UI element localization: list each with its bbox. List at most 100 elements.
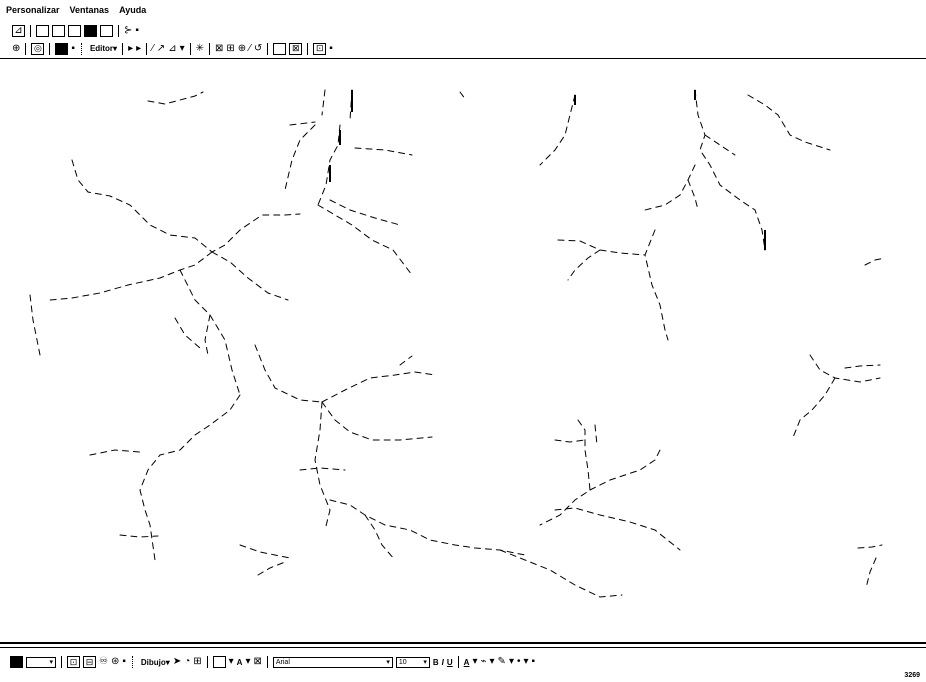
river-line xyxy=(644,164,696,211)
toolbar-separator xyxy=(122,42,124,55)
river-line xyxy=(317,204,413,276)
toolbar-divider xyxy=(0,58,926,59)
fill-color-icon[interactable]: ⌁ xyxy=(480,657,486,667)
menu-item-ayuda[interactable]: Ayuda xyxy=(119,5,146,15)
toolbar-separator xyxy=(61,656,62,668)
river-line xyxy=(844,364,881,369)
river-line xyxy=(329,499,526,556)
straight-segment-icon[interactable]: ⁄ xyxy=(152,43,154,54)
font-color-button[interactable]: A xyxy=(464,658,470,667)
font-name-select[interactable]: Arial ▾ xyxy=(272,656,393,668)
menu-bar: Personalizar Ventanas Ayuda xyxy=(0,0,926,20)
xy-icon[interactable]: ⊕ xyxy=(12,43,20,54)
toolbar-separator xyxy=(209,42,210,55)
river-line xyxy=(399,355,413,366)
monitor-icon[interactable] xyxy=(84,24,97,37)
identify-icon[interactable]: ◎ xyxy=(31,42,45,55)
sketch-tool-icon[interactable]: ⊿ xyxy=(168,43,176,54)
toolbar-separator xyxy=(30,24,31,37)
river-line xyxy=(89,449,141,456)
river-line xyxy=(321,89,326,116)
river-line xyxy=(687,179,699,211)
topology-icon[interactable]: ⊠ xyxy=(289,42,303,55)
chevron-down-icon[interactable]: ▾ xyxy=(229,657,234,667)
page-icon[interactable]: ⊟ xyxy=(83,656,96,668)
chevron-down-icon[interactable]: ▾ xyxy=(509,657,514,667)
square-icon[interactable] xyxy=(273,42,287,55)
river-line xyxy=(119,534,159,538)
bold-button[interactable]: B xyxy=(433,658,439,667)
map-view[interactable] xyxy=(0,60,926,640)
toolbar-options-icon[interactable]: ▪ xyxy=(122,657,126,667)
toolbar-grip xyxy=(80,42,84,55)
toolbar-options-icon[interactable]: ▪ xyxy=(135,25,139,36)
text-tool-button[interactable]: A xyxy=(237,658,243,667)
chart-icon[interactable]: ⊿ xyxy=(12,24,25,37)
edit-tool-icon[interactable]: ▸ xyxy=(128,43,133,54)
rotate-icon[interactable]: ◔ xyxy=(184,657,190,667)
divider xyxy=(0,642,926,644)
toolbar-grip xyxy=(131,656,135,668)
river-line xyxy=(865,557,877,589)
rectangle-icon[interactable] xyxy=(212,656,226,668)
toolbar-options-icon[interactable]: ▪ xyxy=(532,657,536,667)
window-icon[interactable] xyxy=(100,24,113,37)
river-line xyxy=(857,544,883,549)
toolbar-separator xyxy=(267,42,269,55)
report-icon[interactable] xyxy=(68,24,81,37)
binoculars-icon[interactable]: ♾ xyxy=(99,657,108,667)
rotate-tool-icon[interactable]: ⊠ xyxy=(215,43,223,54)
river-line xyxy=(557,239,646,256)
river-line xyxy=(147,91,204,105)
river-line xyxy=(354,147,413,156)
split-tool-icon[interactable]: ✳ xyxy=(196,43,204,54)
menu-item-personalizar[interactable]: Personalizar xyxy=(6,5,60,15)
river-line xyxy=(539,419,591,526)
tool-icon[interactable]: ⊱ xyxy=(124,25,132,36)
river-line xyxy=(499,549,623,598)
annotation-edit-icon[interactable]: ▸ xyxy=(136,43,141,54)
toolbar-options-icon[interactable]: ▪ xyxy=(329,43,333,54)
editor-menu[interactable]: Editor▾ xyxy=(90,44,117,53)
layout-icon[interactable] xyxy=(52,24,65,37)
underline-button[interactable]: U xyxy=(447,658,453,667)
editor-toolbar: ⊕ ◎ ▪ Editor▾ ▸ ▸ ⁄ ↗ ⊿ ▾ ✳ ⊠ ⊞ ⊕ ⁄ ↺ ⊠ … xyxy=(0,40,926,57)
table-icon[interactable] xyxy=(36,24,49,37)
marker-color-icon[interactable]: • xyxy=(517,657,521,667)
river-line xyxy=(554,439,586,443)
river-line xyxy=(747,94,831,151)
callout-icon[interactable]: ⊠ xyxy=(253,657,261,667)
layout-view-icon[interactable]: ⊡ xyxy=(67,656,80,668)
font-name-value: Arial xyxy=(275,658,290,666)
chevron-down-icon[interactable]: ▾ xyxy=(472,657,477,667)
toolbar-separator xyxy=(146,42,148,55)
sketch-properties-icon[interactable]: ⊕ xyxy=(238,43,246,54)
river-line xyxy=(314,401,331,531)
view-selector[interactable]: ▾ xyxy=(26,656,56,668)
chevron-down-icon[interactable]: ▾ xyxy=(245,657,250,667)
catalog-icon[interactable] xyxy=(55,42,69,55)
chevron-down-icon[interactable]: ▾ xyxy=(490,657,495,667)
toolbar-separator xyxy=(266,656,268,668)
data-view-icon[interactable] xyxy=(10,656,23,668)
river-line xyxy=(321,371,436,403)
select-pointer-icon[interactable]: ➤ xyxy=(173,657,181,667)
standard-toolbar: ⊿ ⊱ ▪ xyxy=(0,22,926,39)
print-icon[interactable]: ⊛ xyxy=(111,657,119,667)
font-size-select[interactable]: 10 ▾ xyxy=(395,656,430,668)
menu-item-ventanas[interactable]: Ventanas xyxy=(70,5,110,15)
line-color-icon[interactable]: ✎ xyxy=(498,657,506,667)
cut-polygon-icon[interactable]: ⁄ xyxy=(249,43,251,54)
zoom-whole-page-icon[interactable]: ⊞ xyxy=(193,657,201,667)
chevron-down-icon[interactable]: ▾ xyxy=(523,657,528,667)
properties-icon[interactable]: ⊡ xyxy=(313,42,327,55)
dibujo-menu[interactable]: Dibujo▾ xyxy=(141,658,170,667)
toolbar-options-icon[interactable]: ▪ xyxy=(71,43,75,54)
italic-button[interactable]: I xyxy=(442,658,444,667)
toolbar-separator xyxy=(206,656,208,668)
reshape-icon[interactable]: ↺ xyxy=(254,43,262,54)
attributes-icon[interactable]: ⊞ xyxy=(226,43,234,54)
arc-segment-icon[interactable]: ↗ xyxy=(157,43,165,54)
bottom-separator xyxy=(0,640,926,654)
chevron-down-icon[interactable]: ▾ xyxy=(180,43,185,54)
